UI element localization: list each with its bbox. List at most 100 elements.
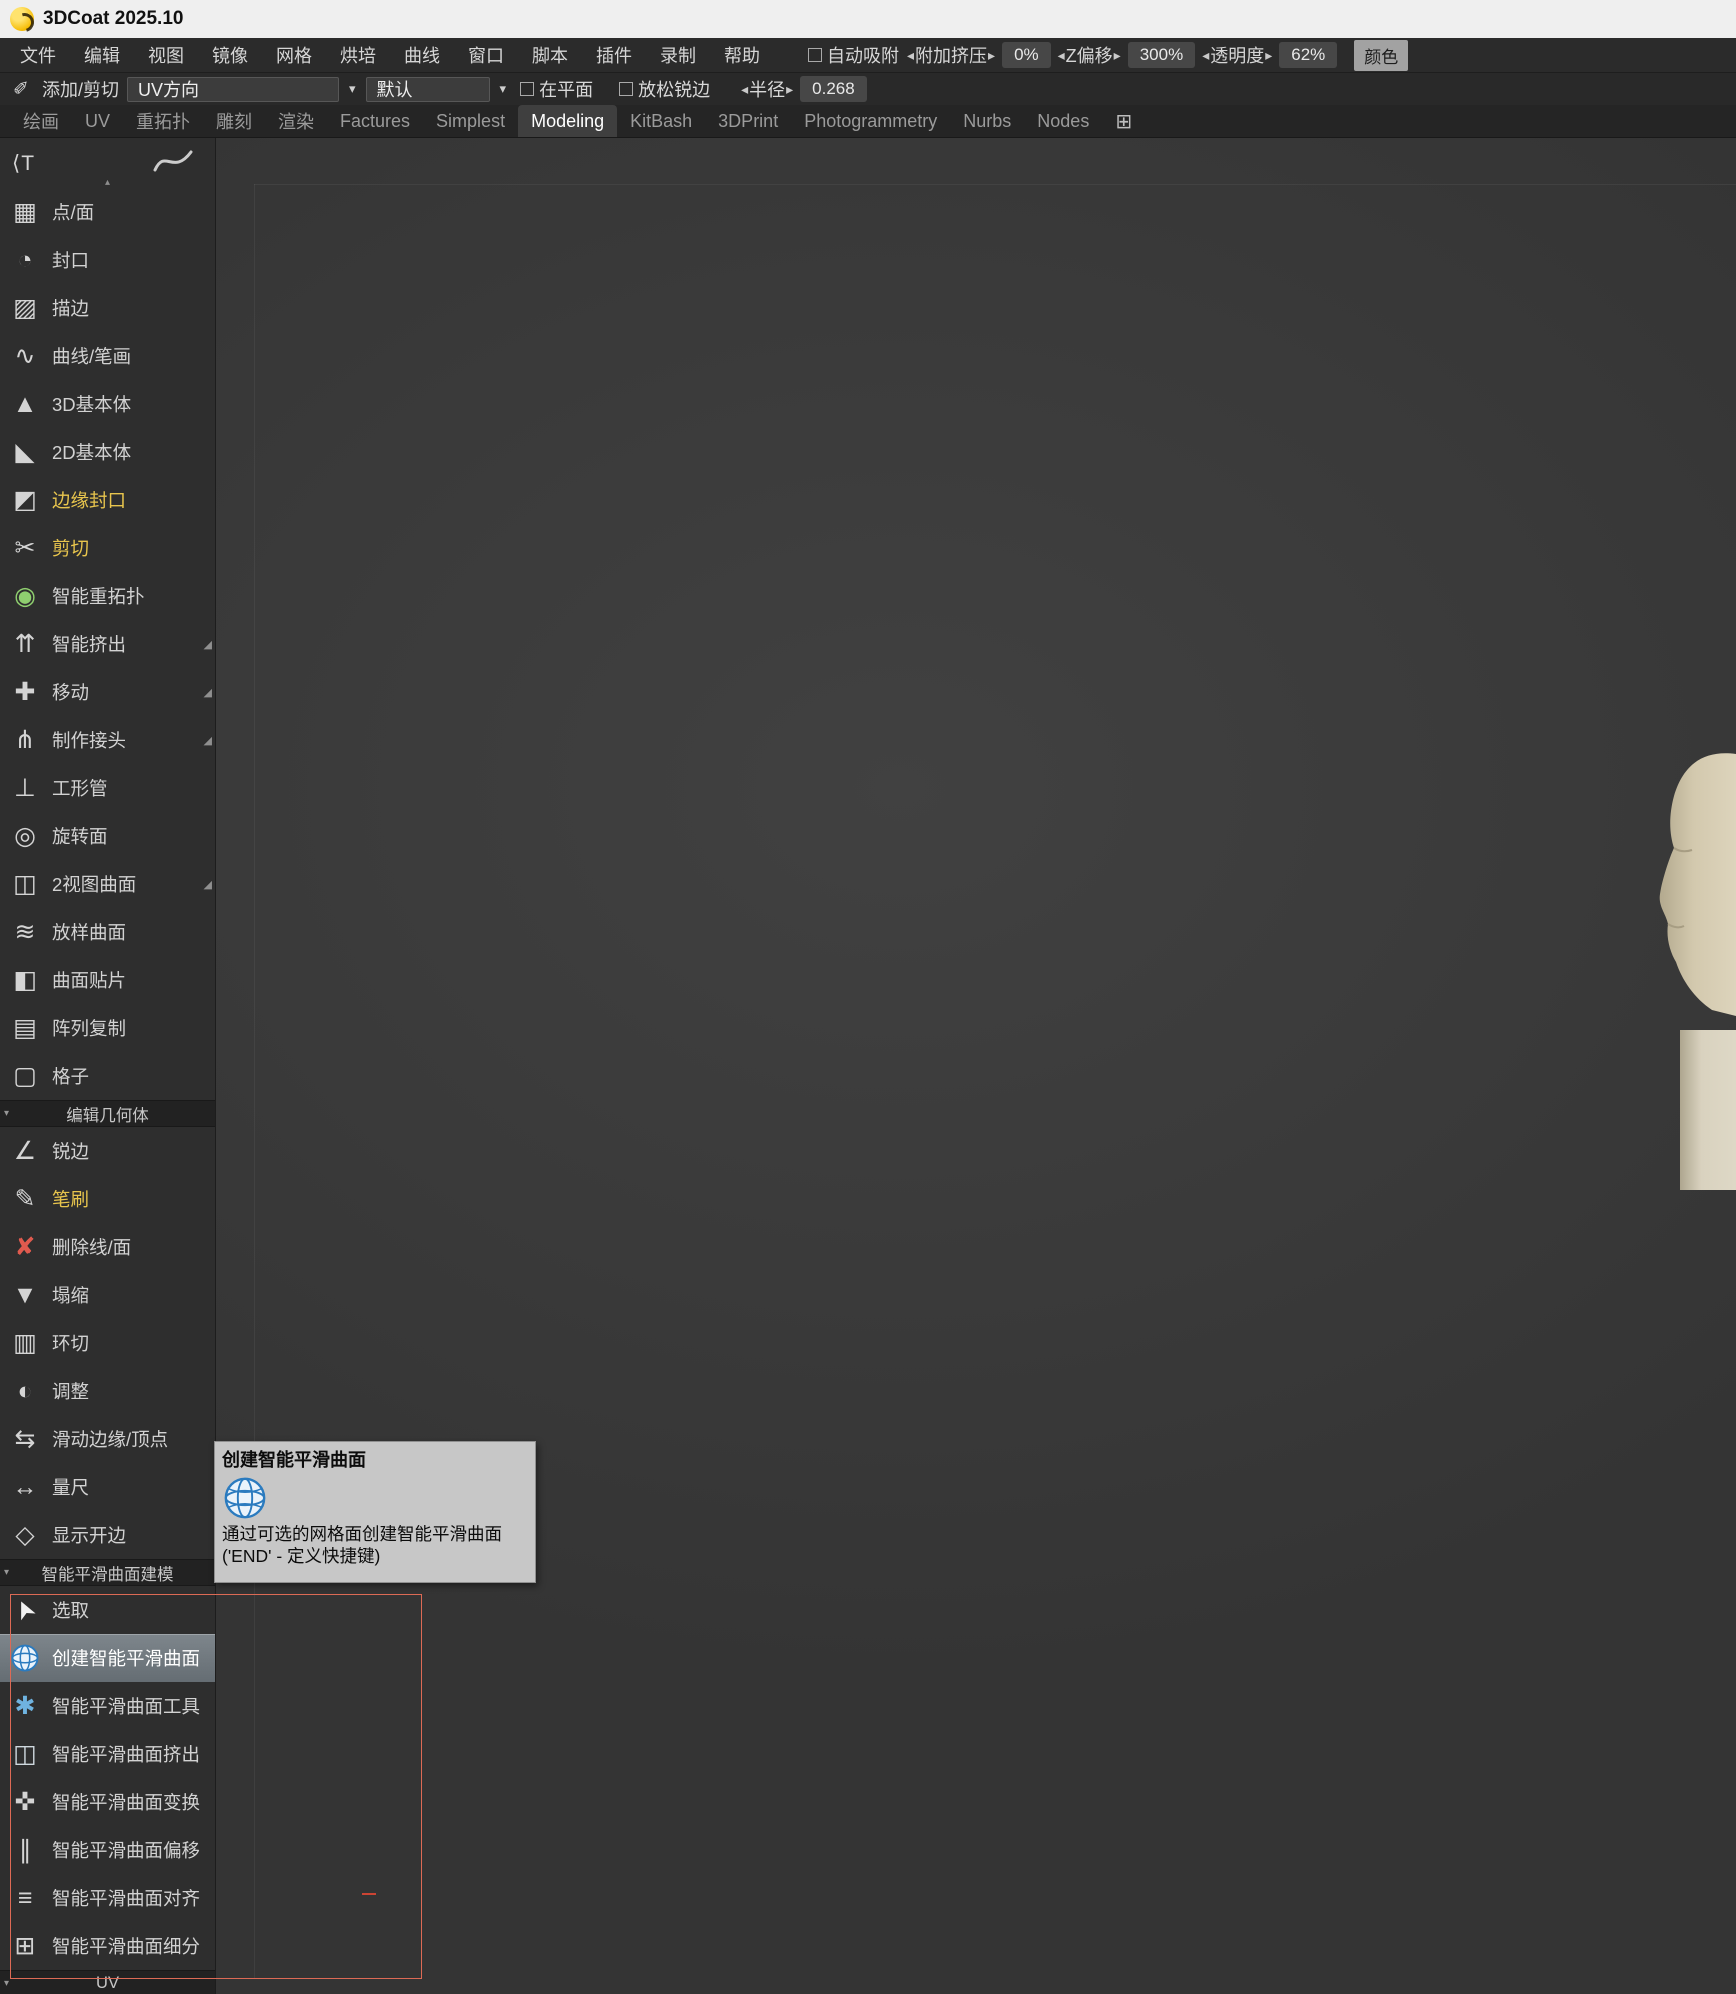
tab--[interactable]: 绘画 <box>10 105 72 137</box>
tab--[interactable]: 渲染 <box>265 105 327 137</box>
section-header-sds-modeling[interactable]: ▾智能平滑曲面建模 <box>0 1559 215 1586</box>
stepper-value[interactable]: 0% <box>1002 42 1051 68</box>
stepper-right-icon[interactable]: ▸ <box>785 81 794 98</box>
chevron-down-icon[interactable]: ▾ <box>349 81 356 97</box>
sidebar-header: ⟨T ▴ <box>0 138 215 188</box>
sidebar-item-surface-patch[interactable]: ◧曲面贴片 <box>0 956 215 1004</box>
sidebar-item-loop-cut[interactable]: ▥环切 <box>0 1319 215 1367</box>
sidebar-item-create-sds[interactable]: 创建智能平滑曲面 <box>0 1634 215 1682</box>
sidebar-item-curves-strokes[interactable]: ∿曲线/笔画 <box>0 332 215 380</box>
viewport-3d[interactable] <box>216 138 1736 1994</box>
sidebar-item-select[interactable]: ➤选取 <box>0 1586 215 1634</box>
tab-3dprint[interactable]: 3DPrint <box>705 105 791 137</box>
sidebar-item-brush[interactable]: ✎笔刷 <box>0 1175 215 1223</box>
sidebar-item-sds-extrude[interactable]: ◫智能平滑曲面挤出 <box>0 1730 215 1778</box>
radius-stepper: ◂ 半径 ▸ 0.268 <box>740 76 873 102</box>
stepper-value[interactable]: 300% <box>1128 42 1195 68</box>
stepper-left-icon[interactable]: ◂ <box>740 81 749 98</box>
add-tab-button[interactable]: ⊞ <box>1102 105 1145 137</box>
stepper-right-icon[interactable]: ▸ <box>1113 47 1122 64</box>
menu-item-11[interactable]: 帮助 <box>710 38 774 72</box>
add-cut-icon[interactable]: ✐ <box>8 76 34 102</box>
menu-bar: 文件编辑视图镜像网格烘培曲线窗口脚本插件录制帮助 自动吸附 ◂附加挤压▸0%◂Z… <box>0 38 1736 72</box>
section-header-edit-geometry[interactable]: ▾编辑几何体 <box>0 1100 215 1127</box>
menu-item-5[interactable]: 烘培 <box>326 38 390 72</box>
sidebar-item-slide-edge-vertex[interactable]: ⇆滑动边缘/顶点 <box>0 1415 215 1463</box>
tab-photogrammetry[interactable]: Photogrammetry <box>791 105 950 137</box>
sidebar-item-sds-offset[interactable]: ∥智能平滑曲面偏移 <box>0 1826 215 1874</box>
sidebar-item-make-joints[interactable]: ⋔制作接头◢ <box>0 716 215 764</box>
sidebar-item-sds-align[interactable]: ≡智能平滑曲面对齐 <box>0 1874 215 1922</box>
sidebar-item-sharp-edges[interactable]: ∠锐边 <box>0 1127 215 1175</box>
sidebar-item-ruler[interactable]: ↔量尺 <box>0 1463 215 1511</box>
radius-value[interactable]: 0.268 <box>800 76 867 102</box>
sidebar-item-collapse[interactable]: ▼塌缩 <box>0 1271 215 1319</box>
color-button[interactable]: 颜色 <box>1354 40 1408 71</box>
tool-presets-toggle[interactable]: ⟨T <box>12 151 35 176</box>
preset-dropdown[interactable]: 默认 <box>366 77 490 102</box>
sidebar-item-t-pipe[interactable]: ⊥工形管 <box>0 764 215 812</box>
tab-nodes[interactable]: Nodes <box>1024 105 1102 137</box>
lattice-icon: ▢ <box>6 1057 44 1095</box>
sidebar-item-label: 2D基本体 <box>52 439 131 465</box>
tab-nurbs[interactable]: Nurbs <box>950 105 1024 137</box>
sidebar-item-adjust[interactable]: ◐调整 <box>0 1367 215 1415</box>
section-collapse-icon: ▾ <box>4 1108 9 1119</box>
sidebar-item-array-copy[interactable]: ▤阵列复制 <box>0 1004 215 1052</box>
stepper-right-icon[interactable]: ▸ <box>1264 47 1273 64</box>
on-plane-checkbox[interactable]: 在平面 <box>520 76 593 102</box>
stepper-left-icon[interactable]: ◂ <box>1201 47 1210 64</box>
collapse-caret-icon[interactable]: ▴ <box>105 177 110 188</box>
sidebar-item-move[interactable]: ✚移动◢ <box>0 668 215 716</box>
sidebar-item-two-view-surface[interactable]: ◫2视图曲面◢ <box>0 860 215 908</box>
tab-uv[interactable]: UV <box>72 105 123 137</box>
stepper-left-icon[interactable]: ◂ <box>1057 47 1066 64</box>
menu-item-9[interactable]: 插件 <box>582 38 646 72</box>
menu-item-1[interactable]: 编辑 <box>70 38 134 72</box>
sidebar-item-sds-transform[interactable]: ✜智能平滑曲面变换 <box>0 1778 215 1826</box>
sidebar-item-label: 量尺 <box>52 1474 89 1500</box>
sidebar-item-smart-retopo[interactable]: ◉智能重拓扑 <box>0 572 215 620</box>
head-sculpt-model[interactable] <box>1654 748 1736 1020</box>
stepper-value[interactable]: 62% <box>1279 42 1337 68</box>
tab-simplest[interactable]: Simplest <box>423 105 518 137</box>
sidebar-item-sds-tools[interactable]: ✱智能平滑曲面工具 <box>0 1682 215 1730</box>
menu-item-7[interactable]: 窗口 <box>454 38 518 72</box>
uv-direction-dropdown[interactable]: UV方向 <box>127 77 339 102</box>
sidebar-item-primitives-2d[interactable]: ◣2D基本体 <box>0 428 215 476</box>
menu-item-4[interactable]: 网格 <box>262 38 326 72</box>
sidebar-item-loft-surface[interactable]: ≋放样曲面 <box>0 908 215 956</box>
sidebar-item-primitives-3d[interactable]: ▲3D基本体 <box>0 380 215 428</box>
sidebar-item-lathe[interactable]: ◎旋转面 <box>0 812 215 860</box>
sidebar-item-outline[interactable]: ▨描边 <box>0 284 215 332</box>
sidebar-item-label: 显示开边 <box>52 1522 126 1548</box>
sidebar-item-delete-edges-faces[interactable]: ✘删除线/面 <box>0 1223 215 1271</box>
chevron-down-icon[interactable]: ▾ <box>500 81 507 97</box>
sidebar-item-show-open-edges[interactable]: ◇显示开边 <box>0 1511 215 1559</box>
tab-modeling[interactable]: Modeling <box>518 105 617 137</box>
sidebar-item-sds-subdivide[interactable]: ⊞智能平滑曲面细分 <box>0 1922 215 1970</box>
sidebar-item-smart-extrude[interactable]: ⇈智能挤出◢ <box>0 620 215 668</box>
menu-item-2[interactable]: 视图 <box>134 38 198 72</box>
sds-align-icon: ≡ <box>6 1879 44 1917</box>
stepper-right-icon[interactable]: ▸ <box>987 47 996 64</box>
tab--[interactable]: 重拓扑 <box>123 105 203 137</box>
checkbox-icon <box>520 82 534 96</box>
sidebar-item-edge-cap[interactable]: ◩边缘封口 <box>0 476 215 524</box>
section-header-uv-section[interactable]: ▾UV <box>0 1970 215 1994</box>
menu-item-0[interactable]: 文件 <box>6 38 70 72</box>
tab-factures[interactable]: Factures <box>327 105 423 137</box>
relax-sharp-checkbox[interactable]: 放松锐边 <box>619 76 710 102</box>
menu-item-10[interactable]: 录制 <box>646 38 710 72</box>
sidebar-item-points-faces[interactable]: ▦点/面 <box>0 188 215 236</box>
sidebar-item-cap[interactable]: ◔封口 <box>0 236 215 284</box>
stepper-left-icon[interactable]: ◂ <box>906 47 915 64</box>
menu-item-6[interactable]: 曲线 <box>390 38 454 72</box>
tab--[interactable]: 雕刻 <box>203 105 265 137</box>
auto-snap-checkbox[interactable]: 自动吸附 <box>808 42 899 68</box>
menu-item-3[interactable]: 镜像 <box>198 38 262 72</box>
sidebar-item-cut[interactable]: ✂剪切 <box>0 524 215 572</box>
sidebar-item-lattice[interactable]: ▢格子 <box>0 1052 215 1100</box>
menu-item-8[interactable]: 脚本 <box>518 38 582 72</box>
tab-kitbash[interactable]: KitBash <box>617 105 705 137</box>
